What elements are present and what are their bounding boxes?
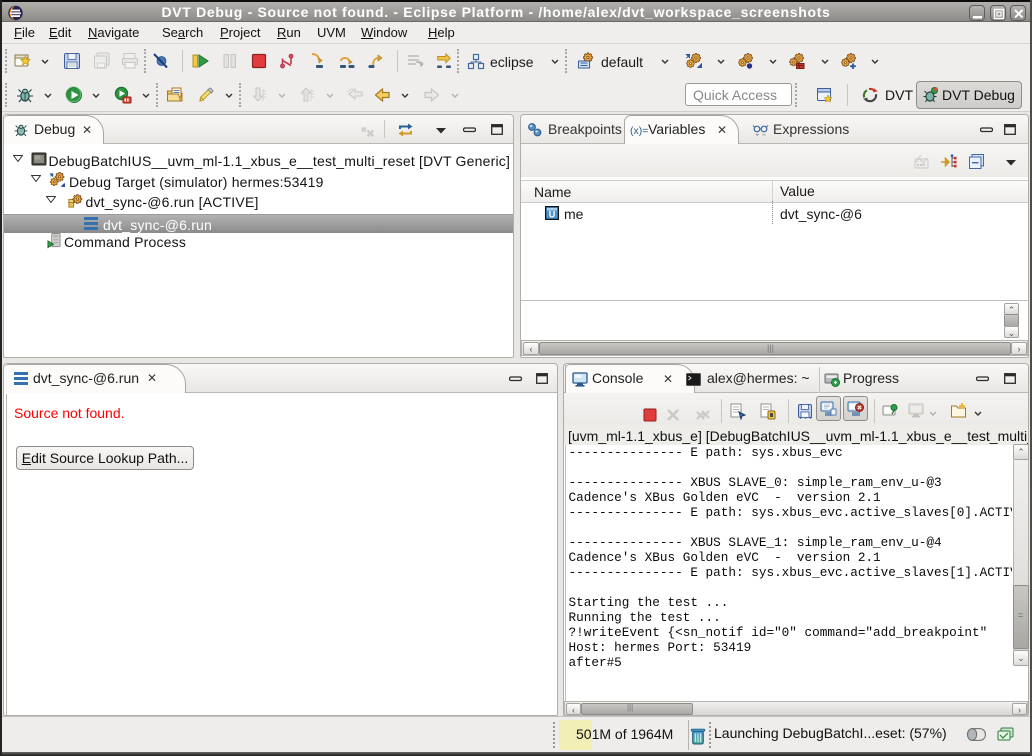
svg-text:U: U: [549, 210, 556, 220]
